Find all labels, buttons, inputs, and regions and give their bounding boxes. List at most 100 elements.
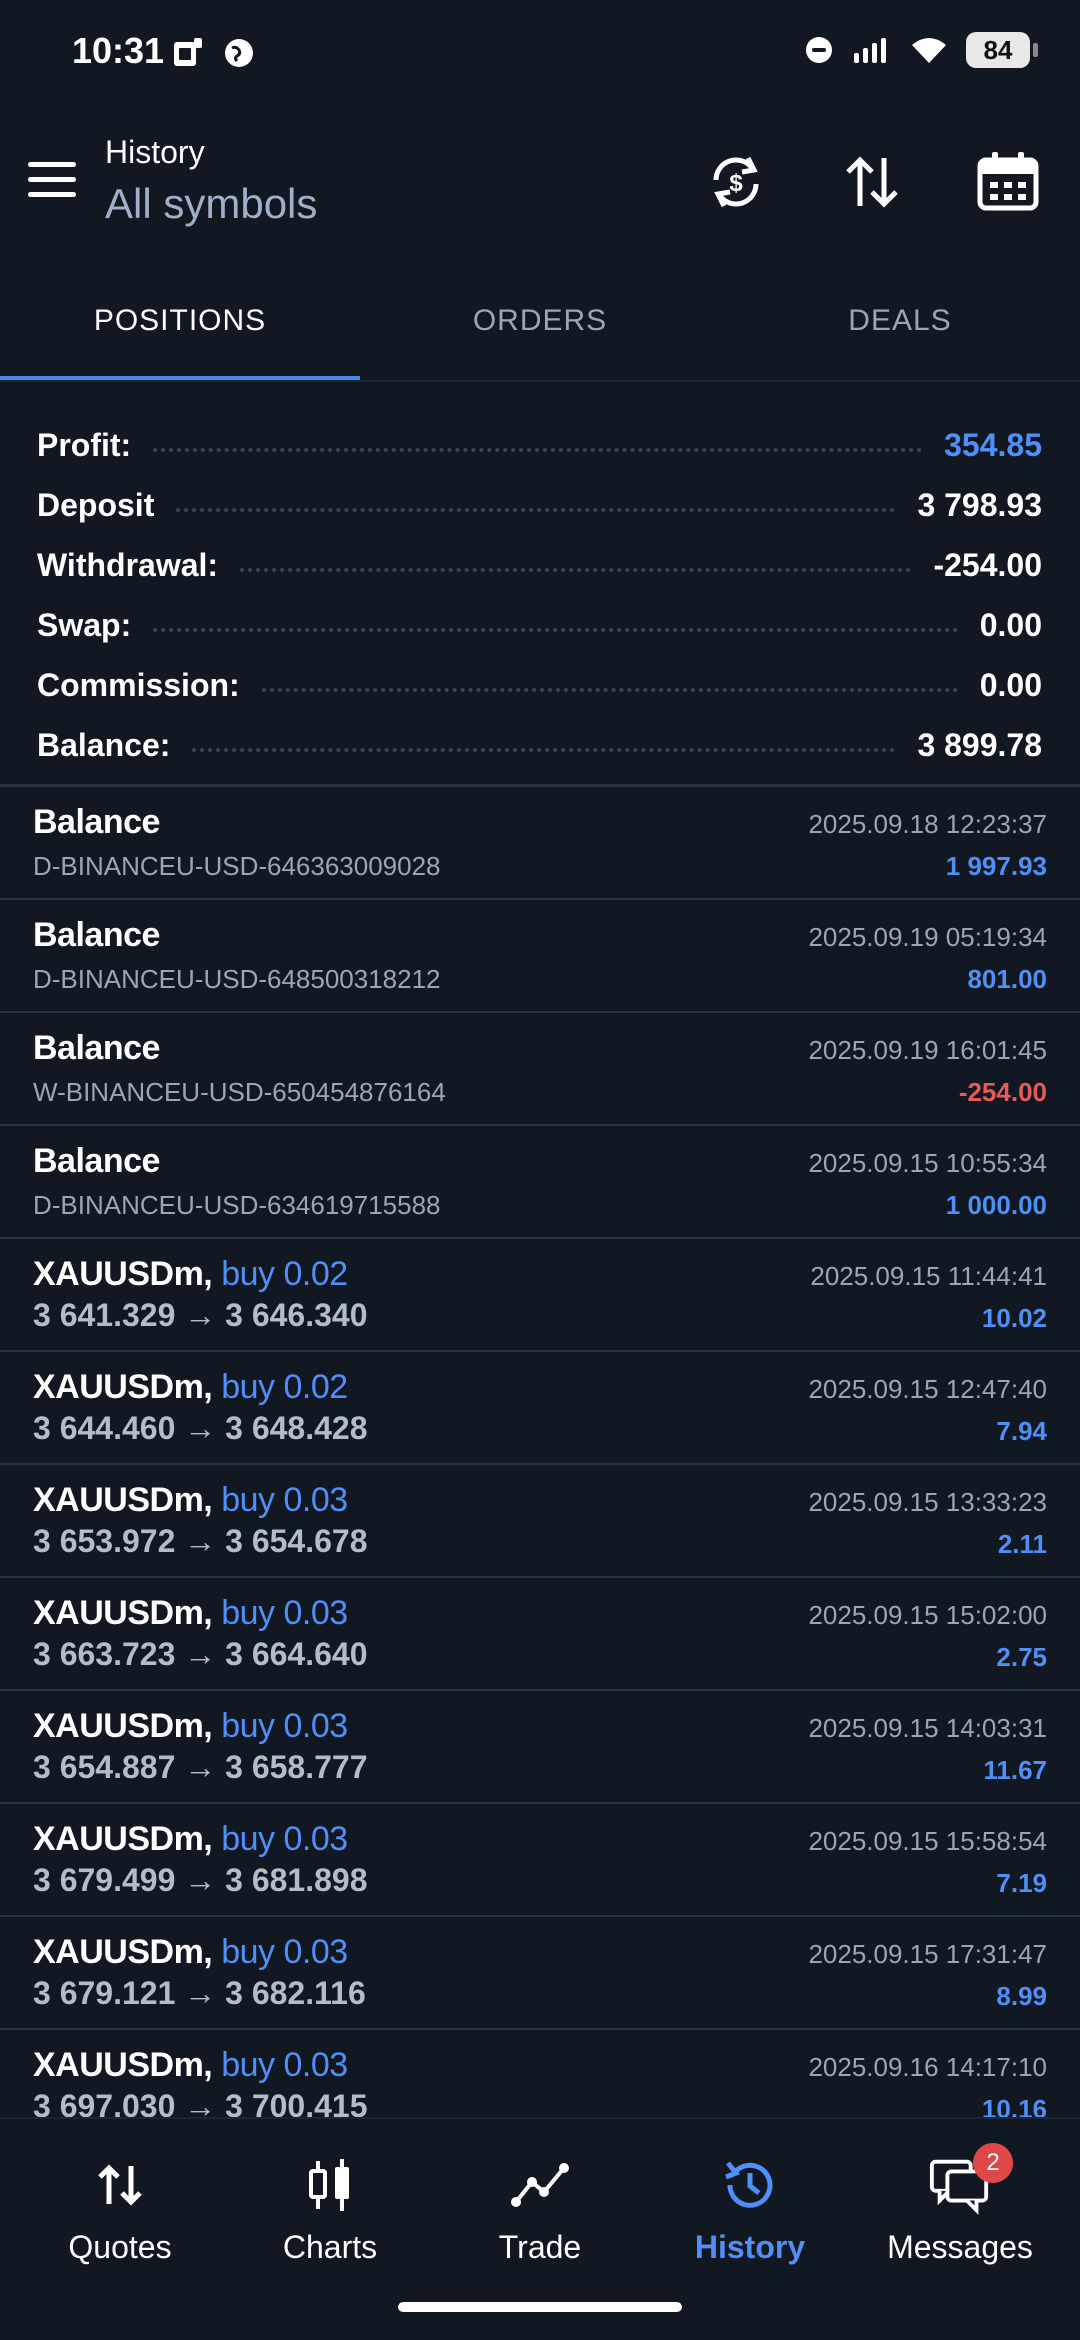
nav-trade[interactable]: Trade (435, 2153, 645, 2266)
history-icon (718, 2153, 782, 2217)
tab-orders[interactable]: ORDERS (360, 260, 720, 382)
row-subtitle: D-BINANCEU-USD-634619715588 (33, 1190, 441, 1220)
row-time: 2025.09.19 05:19:34 (808, 922, 1047, 952)
row-amount: 1 997.93 (945, 851, 1047, 881)
row-title: Balance (33, 916, 160, 954)
symbol-filter[interactable]: All symbols (105, 180, 317, 228)
row-time: 2025.09.15 15:58:54 (808, 1826, 1047, 1856)
row-time: 2025.09.15 11:44:41 (810, 1261, 1047, 1291)
wifi-icon (912, 38, 946, 63)
summary-label: Commission: (37, 667, 240, 703)
list-item[interactable]: Balance D-BINANCEU-USD-648500318212 2025… (0, 900, 1080, 1013)
summary-deposit: Deposit 3 798.93 (0, 464, 1080, 524)
row-side: buy 0.03 (221, 2046, 348, 2084)
list-item[interactable]: XAUUSDm, buy 0.02 3 641.329 → 3 646.340 … (0, 1239, 1080, 1352)
list-item[interactable]: XAUUSDm, buy 0.03 3 679.499 → 3 681.898 … (0, 1804, 1080, 1917)
row-prices: 3 653.972 → 3 654.678 (33, 1523, 368, 1559)
quotes-icon (88, 2153, 152, 2217)
list-item[interactable]: Balance W-BINANCEU-USD-650454876164 2025… (0, 1013, 1080, 1126)
sort-button[interactable] (836, 146, 908, 218)
row-time: 2025.09.15 17:31:47 (808, 1939, 1047, 1969)
row-amount: 10.02 (981, 1303, 1047, 1333)
calendar-button[interactable] (972, 146, 1044, 218)
row-amount: 7.94 (996, 1416, 1047, 1446)
nav-quotes[interactable]: Quotes (15, 2153, 225, 2266)
row-subtitle: D-BINANCEU-USD-646363009028 (33, 851, 441, 881)
list-item[interactable]: XAUUSDm, buy 0.03 3 697.030 → 3 700.415 … (0, 2030, 1080, 2117)
signal-icon (854, 38, 886, 63)
list-item[interactable]: XAUUSDm, buy 0.03 3 679.121 → 3 682.116 … (0, 1917, 1080, 2030)
row-title: XAUUSDm, buy 0.03 (33, 1820, 348, 1859)
row-time: 2025.09.15 15:02:00 (808, 1600, 1047, 1630)
page-title: History (105, 134, 205, 170)
dot-leader (192, 748, 896, 752)
row-title: XAUUSDm, buy 0.03 (33, 1933, 348, 1972)
list-item[interactable]: XAUUSDm, buy 0.03 3 654.887 → 3 658.777 … (0, 1691, 1080, 1804)
row-title: Balance (33, 803, 160, 841)
summary-commission: Commission: 0.00 (0, 644, 1080, 704)
summary-value: 0.00 (979, 667, 1042, 703)
row-symbol: XAUUSDm, (33, 1368, 213, 1406)
nav-label: Charts (282, 2229, 378, 2265)
nav-messages[interactable]: 2 Messages (855, 2143, 1065, 2266)
home-indicator (398, 2302, 682, 2312)
summary-withdrawal: Withdrawal: -254.00 (0, 524, 1080, 584)
summary-value: 3 798.93 (917, 487, 1042, 523)
battery-indicator: 84 (966, 32, 1038, 68)
tab-deals[interactable]: DEALS (720, 260, 1080, 382)
sort-arrows-icon (846, 156, 898, 208)
row-amount: 801.00 (967, 964, 1047, 994)
row-amount: 11.67 (983, 1755, 1047, 1785)
row-subtitle: D-BINANCEU-USD-648500318212 (33, 964, 441, 994)
summary-label: Profit: (37, 427, 132, 463)
row-title: XAUUSDm, buy 0.03 (33, 2046, 348, 2085)
dot-leader (240, 568, 912, 572)
nav-history[interactable]: History (645, 2153, 855, 2266)
app-header: History All symbols $ (0, 110, 1080, 260)
tabs-divider (0, 380, 1080, 382)
row-title: Balance (33, 1029, 160, 1067)
header-actions: $ (700, 146, 1044, 218)
row-title: XAUUSDm, buy 0.02 (33, 1368, 348, 1407)
history-tabs: POSITIONS ORDERS DEALS (0, 260, 1080, 382)
list-item[interactable]: XAUUSDm, buy 0.03 3 663.723 → 3 664.640 … (0, 1578, 1080, 1691)
status-time: 10:31 (72, 30, 165, 71)
summary-label: Withdrawal: (37, 547, 219, 583)
summary-value: 0.00 (979, 607, 1042, 643)
row-prices: 3 663.723 → 3 664.640 (33, 1636, 368, 1672)
trade-icon (508, 2153, 572, 2217)
status-notification-icons (170, 36, 256, 70)
list-item[interactable]: XAUUSDm, buy 0.02 3 644.460 → 3 648.428 … (0, 1352, 1080, 1465)
globe-phone-icon (225, 39, 253, 67)
dot-leader (153, 628, 958, 632)
summary-value: 3 899.78 (917, 727, 1042, 763)
history-list[interactable]: Balance D-BINANCEU-USD-646363009028 2025… (0, 787, 1080, 2117)
list-item[interactable]: Balance D-BINANCEU-USD-646363009028 2025… (0, 787, 1080, 900)
list-item[interactable]: Balance D-BINANCEU-USD-634619715588 2025… (0, 1126, 1080, 1239)
menu-icon[interactable] (28, 162, 76, 202)
row-prices: 3 641.329 → 3 646.340 (33, 1297, 368, 1333)
row-prices: 3 679.121 → 3 682.116 (33, 1975, 366, 2011)
row-prices: 3 654.887 → 3 658.777 (33, 1749, 368, 1785)
row-prices: 3 697.030 → 3 700.415 (33, 2088, 368, 2117)
row-side: buy 0.02 (221, 1255, 348, 1293)
currency-refresh-icon: $ (713, 156, 759, 208)
row-symbol: XAUUSDm, (33, 1481, 213, 1519)
row-amount: 1 000.00 (945, 1190, 1047, 1220)
status-bar: 10:31 84 (0, 0, 1080, 110)
dot-leader (153, 448, 923, 452)
row-amount: 7.19 (996, 1868, 1047, 1898)
row-symbol: XAUUSDm, (33, 1594, 213, 1632)
summary-value: 354.85 (944, 427, 1042, 463)
summary-profit: Profit: 354.85 (0, 404, 1080, 464)
row-time: 2025.09.19 16:01:45 (808, 1035, 1047, 1065)
nav-charts[interactable]: Charts (225, 2153, 435, 2266)
status-system-icons: 84 (804, 32, 1038, 68)
summary-value: -254.00 (933, 547, 1042, 583)
currency-refresh-button[interactable]: $ (700, 146, 772, 218)
row-amount: -254.00 (958, 1077, 1047, 1107)
row-time: 2025.09.18 12:23:37 (808, 809, 1047, 839)
list-item[interactable]: XAUUSDm, buy 0.03 3 653.972 → 3 654.678 … (0, 1465, 1080, 1578)
calendar-icon (977, 152, 1039, 211)
tab-positions[interactable]: POSITIONS (0, 260, 360, 382)
